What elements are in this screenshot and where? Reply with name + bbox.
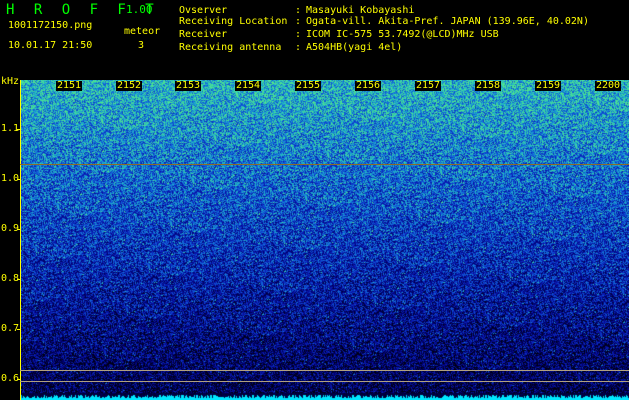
info-label-location: Receiving Location — [179, 16, 288, 27]
info-label-receiver: Receiver — [179, 29, 228, 40]
info-colon: : — [295, 16, 302, 27]
x-tick-label: 2159 — [535, 80, 562, 91]
x-tick-label: 2152 — [116, 80, 143, 91]
info-label-antenna: Receiving antenna — [179, 42, 282, 53]
meteor-label: meteor — [124, 26, 161, 37]
y-tick-mark — [17, 179, 21, 180]
info-value-antenna: A504HB(yagi 4el) — [306, 42, 403, 53]
reference-line-bottom — [20, 381, 629, 382]
y-tick-mark — [17, 379, 21, 380]
info-value-receiver: ICOM IC-575 53.7492(@LCD)MHz USB — [306, 29, 499, 40]
y-tick-mark — [17, 229, 21, 230]
x-tick-label: 2153 — [175, 80, 202, 91]
info-value-location: Ogata-vill. Akita-Pref. JAPAN (139.96E, … — [306, 16, 589, 27]
x-tick-label: 2151 — [56, 80, 83, 91]
datetime-label: 10.01.17 21:50 — [8, 40, 93, 51]
x-tick-label: 2155 — [295, 80, 322, 91]
y-tick-mark — [17, 329, 21, 330]
reference-line-upper — [20, 164, 629, 165]
spectrogram-heatmap — [20, 80, 629, 400]
x-tick-label: 2200 — [595, 80, 622, 91]
y-axis-line — [20, 80, 21, 400]
meteor-count: 3 — [138, 40, 145, 51]
x-tick-label: 2156 — [355, 80, 382, 91]
reference-line-lower — [20, 370, 629, 371]
x-tick-label: 2158 — [475, 80, 502, 91]
y-tick-mark — [17, 279, 21, 280]
x-tick-label: 2154 — [235, 80, 262, 91]
info-colon: : — [295, 42, 302, 53]
info-colon: : — [295, 29, 302, 40]
app-version: 1.00 — [126, 3, 153, 16]
y-tick-mark — [17, 129, 21, 130]
y-axis-unit: kHz — [1, 76, 20, 87]
filename-label: 1001172150.png — [8, 20, 93, 31]
x-tick-label: 2157 — [415, 80, 442, 91]
